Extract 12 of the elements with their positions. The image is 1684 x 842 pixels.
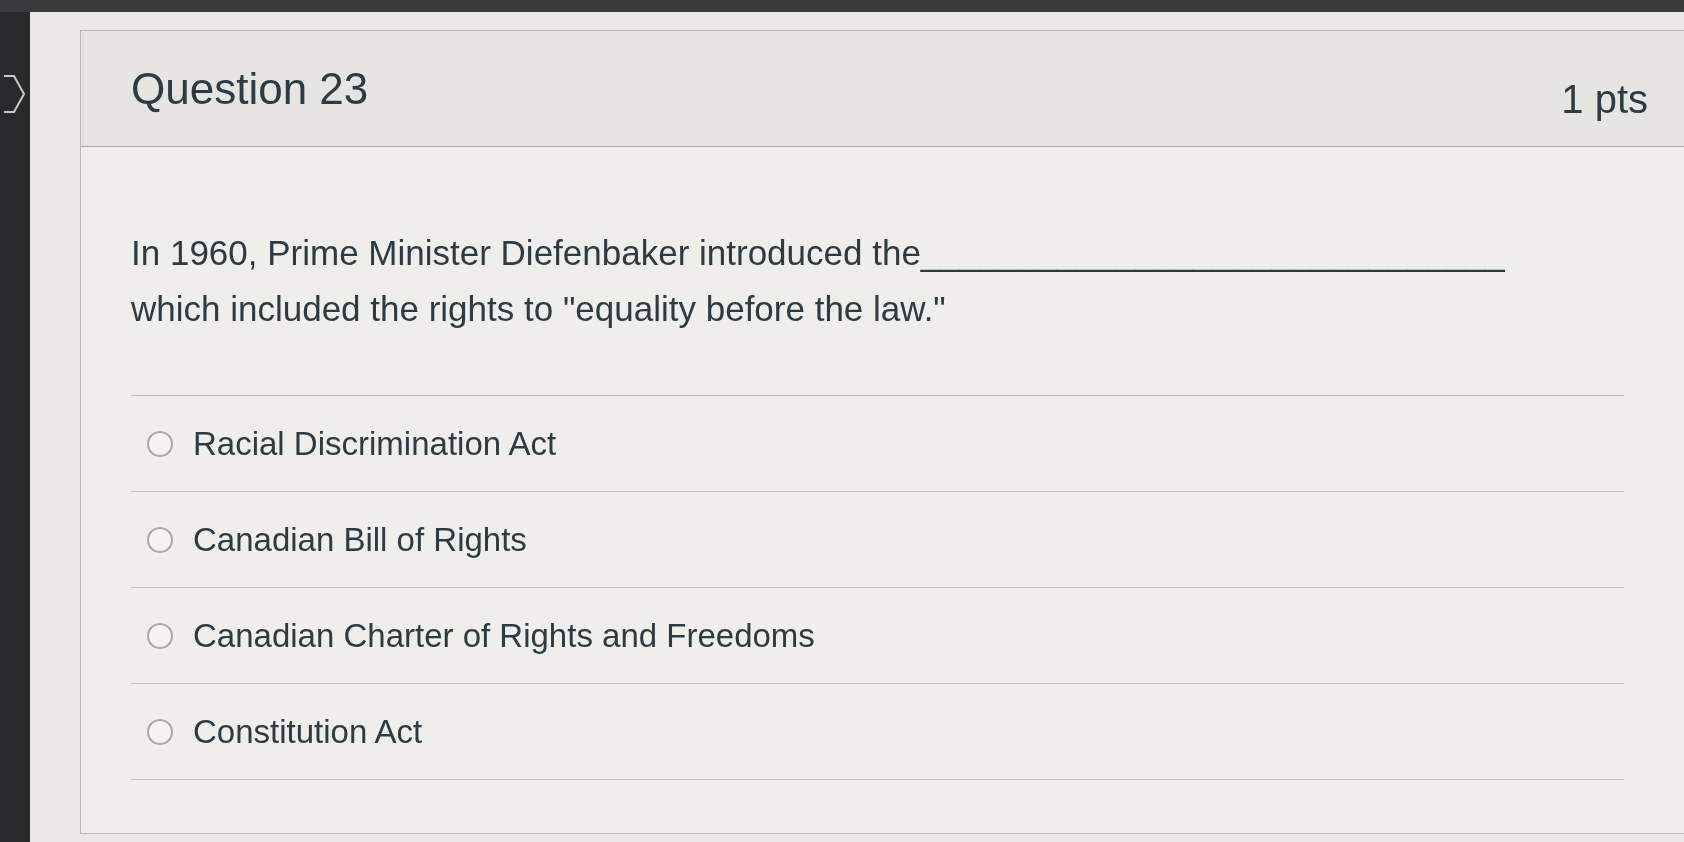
points: 1 pts xyxy=(1561,75,1648,123)
radio-button[interactable] xyxy=(147,622,173,649)
answer-label[interactable]: Canadian Bill of Rights xyxy=(193,514,527,565)
radio-button[interactable] xyxy=(147,430,173,457)
answer-label[interactable]: Constitution Act xyxy=(193,706,423,757)
chevron-icon[interactable] xyxy=(2,74,26,114)
question-title: Question 23 xyxy=(131,62,369,115)
radio-button[interactable] xyxy=(147,718,173,745)
answer-label[interactable]: Canadian Charter of Rights and Freedoms xyxy=(193,610,815,661)
radio-button[interactable] xyxy=(147,526,173,553)
question-text: In 1960, Prime Minister Diefenbaker introduced the______________________________ which included the rights to "equality before the law." xyxy=(131,232,1506,330)
answer-label[interactable]: Racial Discrimination Act xyxy=(193,418,557,469)
